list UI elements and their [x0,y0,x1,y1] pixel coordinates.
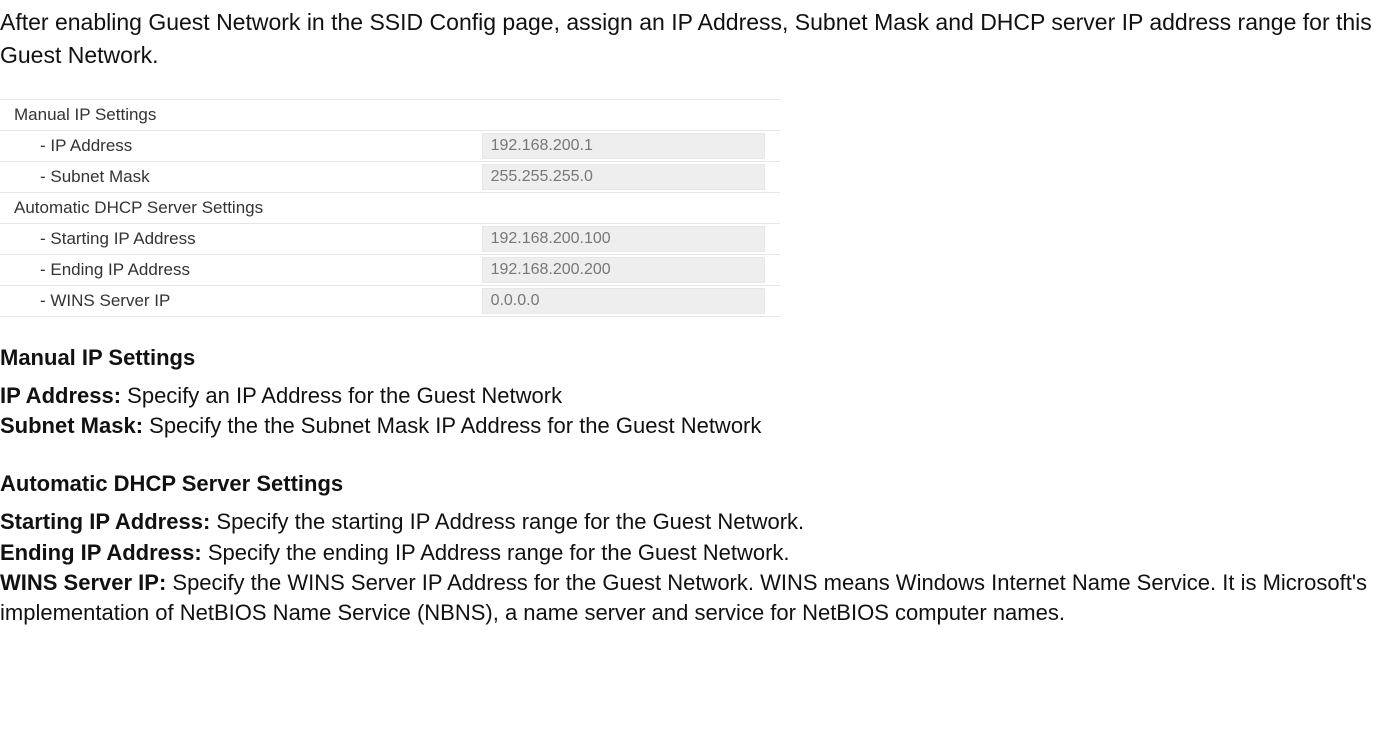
ip-address-desc-text: Specify an IP Address for the Guest Netw… [121,383,562,408]
ending-ip-desc-text: Specify the ending IP Address range for … [202,540,790,565]
ip-address-cell [482,130,780,161]
table-row: Automatic DHCP Server Settings [0,192,780,223]
manual-ip-settings-heading: Manual IP Settings [0,345,1387,371]
empty-cell [482,99,780,130]
ip-address-input[interactable] [482,133,765,159]
subnet-mask-cell [482,161,780,192]
empty-cell [482,192,780,223]
wins-server-term: WINS Server IP: [0,570,166,595]
dhcp-settings-heading: Automatic DHCP Server Settings [0,471,1387,497]
subnet-mask-desc-text: Specify the the Subnet Mask IP Address f… [143,413,761,438]
wins-server-cell [482,285,780,316]
ending-ip-label: - Ending IP Address [0,254,482,285]
subnet-mask-desc: Subnet Mask: Specify the the Subnet Mask… [0,411,1387,441]
starting-ip-term: Starting IP Address: [0,509,210,534]
subnet-mask-input[interactable] [482,164,765,190]
wins-server-label: - WINS Server IP [0,285,482,316]
wins-server-input[interactable] [482,288,765,314]
starting-ip-cell [482,223,780,254]
subnet-mask-label: - Subnet Mask [0,161,482,192]
table-row: - Ending IP Address [0,254,780,285]
table-row: - Starting IP Address [0,223,780,254]
table-row: Manual IP Settings [0,99,780,130]
table-row: - Subnet Mask [0,161,780,192]
subnet-mask-term: Subnet Mask: [0,413,143,438]
ip-address-desc: IP Address: Specify an IP Address for th… [0,381,1387,411]
ending-ip-cell [482,254,780,285]
ending-ip-input[interactable] [482,257,765,283]
ending-ip-term: Ending IP Address: [0,540,202,565]
manual-ip-desc-block: IP Address: Specify an IP Address for th… [0,381,1387,442]
intro-paragraph: After enabling Guest Network in the SSID… [0,6,1387,73]
table-row: - WINS Server IP [0,285,780,316]
starting-ip-desc: Starting IP Address: Specify the startin… [0,507,1387,537]
dhcp-settings-header: Automatic DHCP Server Settings [0,192,482,223]
ending-ip-desc: Ending IP Address: Specify the ending IP… [0,538,1387,568]
ip-address-term: IP Address: [0,383,121,408]
page-root: After enabling Guest Network in the SSID… [0,0,1397,679]
wins-server-desc: WINS Server IP: Specify the WINS Server … [0,568,1387,629]
starting-ip-label: - Starting IP Address [0,223,482,254]
wins-server-desc-text: Specify the WINS Server IP Address for t… [0,570,1367,625]
manual-ip-settings-header: Manual IP Settings [0,99,482,130]
dhcp-desc-block: Starting IP Address: Specify the startin… [0,507,1387,628]
starting-ip-desc-text: Specify the starting IP Address range fo… [210,509,804,534]
ip-address-label: - IP Address [0,130,482,161]
settings-table: Manual IP Settings - IP Address - Subnet… [0,99,780,317]
starting-ip-input[interactable] [482,226,765,252]
table-row: - IP Address [0,130,780,161]
